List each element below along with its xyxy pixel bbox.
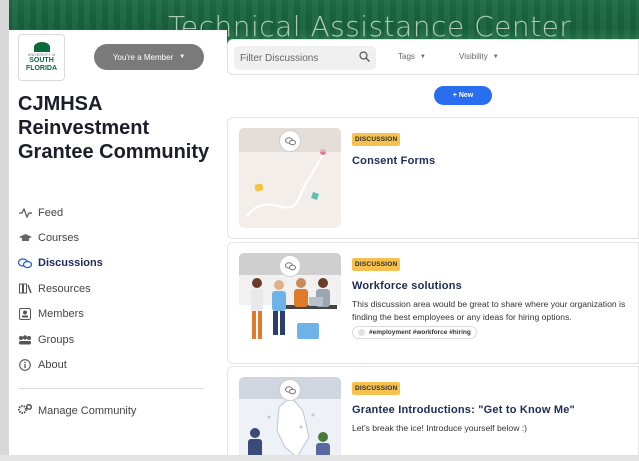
- discussion-card[interactable]: DISCUSSION Grantee Introductions: "Get t…: [227, 366, 639, 461]
- sidebar-item-about[interactable]: About: [18, 352, 218, 377]
- tags-text: #employment #workforce #hiring: [369, 329, 471, 336]
- sidebar-item-courses[interactable]: Courses: [18, 225, 218, 250]
- manage-community-label: Manage Community: [38, 405, 137, 417]
- chat-icon: [279, 130, 301, 152]
- new-discussion-button[interactable]: + New: [434, 86, 492, 105]
- logo-line-2: FLORIDA: [25, 65, 58, 72]
- sidebar-item-discussions[interactable]: Discussions: [18, 251, 218, 276]
- activity-icon: [18, 207, 32, 218]
- discussion-thumbnail: [239, 128, 341, 228]
- sidebar-item-label: Groups: [38, 333, 75, 346]
- chevron-down-icon: ▼: [419, 53, 426, 60]
- chat-bubbles-icon: [18, 258, 32, 269]
- sidebar-item-label: About: [38, 359, 67, 372]
- usf-logo[interactable]: UNIVERSITY of SOUTH FLORIDA: [18, 34, 65, 81]
- discussion-title[interactable]: Grantee Introductions: "Get to Know Me": [352, 404, 634, 416]
- gears-icon: [18, 403, 33, 418]
- window-edge: [0, 0, 9, 461]
- search-icon[interactable]: [359, 51, 370, 65]
- manage-community-link[interactable]: Manage Community: [18, 403, 137, 418]
- tags-filter-label: Tags: [398, 52, 415, 61]
- discussion-badge: DISCUSSION: [352, 133, 401, 146]
- sidebar-item-members[interactable]: Members: [18, 302, 218, 327]
- discussion-card[interactable]: DISCUSSION Consent Forms: [227, 117, 639, 239]
- logo-line-1: SOUTH: [29, 57, 54, 64]
- discussion-description: Let's break the ice! Introduce yourself …: [352, 423, 528, 433]
- info-icon: [18, 359, 32, 371]
- discussion-body: DISCUSSION Grantee Introductions: "Get t…: [352, 377, 634, 435]
- sidebar-item-resources[interactable]: Resources: [18, 276, 218, 301]
- chevron-down-icon: ▼: [179, 54, 186, 60]
- discussion-body: DISCUSSION Workforce solutions This disc…: [352, 253, 634, 341]
- visibility-filter-label: Visibility: [459, 52, 488, 61]
- membership-button[interactable]: You're a Member ▼: [94, 44, 204, 70]
- membership-label: You're a Member: [112, 52, 174, 62]
- books-icon: [18, 283, 32, 294]
- tags-filter[interactable]: Tags ▼: [398, 52, 426, 61]
- graduation-cap-icon: [18, 233, 32, 243]
- window-bottom-edge: [0, 455, 639, 461]
- sidebar-item-groups[interactable]: Groups: [18, 327, 218, 352]
- search-box: [234, 46, 376, 70]
- sidebar-item-feed[interactable]: Feed: [18, 200, 218, 225]
- discussion-description: This discussion area would be great to s…: [352, 299, 626, 322]
- discussion-title[interactable]: Workforce solutions: [352, 280, 634, 292]
- discussion-toolbar: Tags ▼ Visibility ▼: [227, 39, 639, 75]
- community-title: CJMHSA Reinvestment Grantee Community: [18, 93, 210, 163]
- group-icon: [18, 334, 32, 345]
- discussion-card[interactable]: DISCUSSION Workforce solutions This disc…: [227, 242, 639, 364]
- discussion-badge: DISCUSSION: [352, 258, 401, 271]
- sidebar-item-label: Members: [38, 308, 84, 321]
- bull-logo-icon: [33, 42, 50, 52]
- sidebar-item-label: Resources: [38, 282, 91, 295]
- discussion-thumbnail: [239, 377, 341, 461]
- discussion-tags[interactable]: #employment #workforce #hiring: [352, 326, 477, 339]
- discussion-title[interactable]: Consent Forms: [352, 155, 634, 167]
- chat-icon: [279, 379, 301, 401]
- visibility-filter[interactable]: Visibility ▼: [459, 52, 499, 61]
- tag-icon: [358, 329, 365, 336]
- discussion-badge: DISCUSSION: [352, 382, 401, 395]
- member-card-icon: [18, 308, 32, 321]
- sidebar-item-label: Feed: [38, 206, 64, 219]
- search-input[interactable]: [240, 52, 359, 64]
- sidebar-item-label: Courses: [38, 232, 79, 245]
- sidebar-item-label: Discussions: [38, 257, 103, 270]
- chat-icon: [279, 255, 301, 277]
- discussion-thumbnail: [239, 253, 341, 353]
- sidebar-nav: Feed Courses Discussions Resources Membe…: [18, 200, 218, 378]
- chevron-down-icon: ▼: [492, 53, 499, 60]
- discussion-body: DISCUSSION Consent Forms: [352, 128, 634, 167]
- sidebar: UNIVERSITY of SOUTH FLORIDA You're a Mem…: [9, 30, 227, 461]
- sidebar-divider: [18, 388, 204, 389]
